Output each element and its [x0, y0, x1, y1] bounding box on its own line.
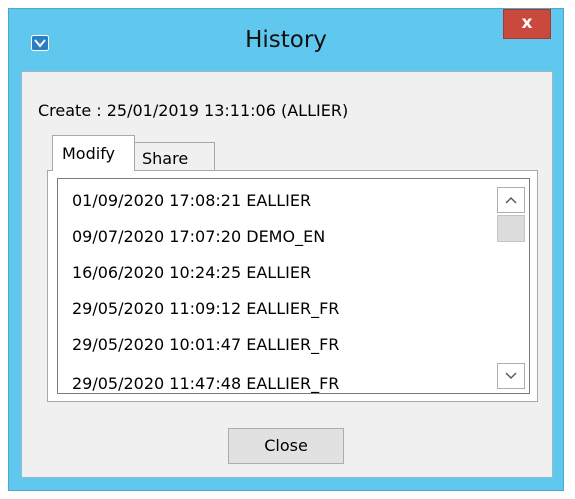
close-button[interactable]: Close	[228, 428, 344, 464]
window-close-button[interactable]: x	[503, 9, 551, 39]
tab-share[interactable]: Share	[135, 142, 215, 171]
close-icon: x	[521, 13, 533, 33]
list-item[interactable]: 16/06/2020 10:24:25 EALLIER	[72, 263, 311, 282]
window-title: History	[245, 27, 327, 53]
list-item[interactable]: 29/05/2020 11:47:48 EALLIER_FR	[72, 374, 339, 393]
tab-panel-modify: 01/09/2020 17:08:21 EALLIER 09/07/2020 1…	[47, 170, 538, 402]
scroll-thumb[interactable]	[497, 215, 525, 242]
history-dialog: History x Create : 25/01/2019 13:11:06 (…	[8, 8, 564, 491]
list-item[interactable]: 01/09/2020 17:08:21 EALLIER	[72, 191, 311, 210]
list-item[interactable]: 09/07/2020 17:07:20 DEMO_EN	[72, 227, 325, 246]
list-item[interactable]: 29/05/2020 11:09:12 EALLIER_FR	[72, 299, 339, 318]
title-bar[interactable]: History x	[9, 9, 563, 69]
scroll-down-button[interactable]	[497, 363, 525, 389]
history-listbox[interactable]: 01/09/2020 17:08:21 EALLIER 09/07/2020 1…	[57, 178, 530, 394]
scroll-up-button[interactable]	[497, 187, 525, 213]
dialog-body: Create : 25/01/2019 13:11:06 (ALLIER) Mo…	[21, 71, 553, 478]
chevron-up-icon	[505, 197, 517, 204]
tab-modify[interactable]: Modify	[52, 135, 135, 171]
vertical-scrollbar[interactable]	[495, 179, 529, 393]
create-info-label: Create : 25/01/2019 13:11:06 (ALLIER)	[38, 101, 349, 120]
list-item[interactable]: 29/05/2020 10:01:47 EALLIER_FR	[72, 335, 339, 354]
chevron-down-icon	[505, 372, 517, 379]
